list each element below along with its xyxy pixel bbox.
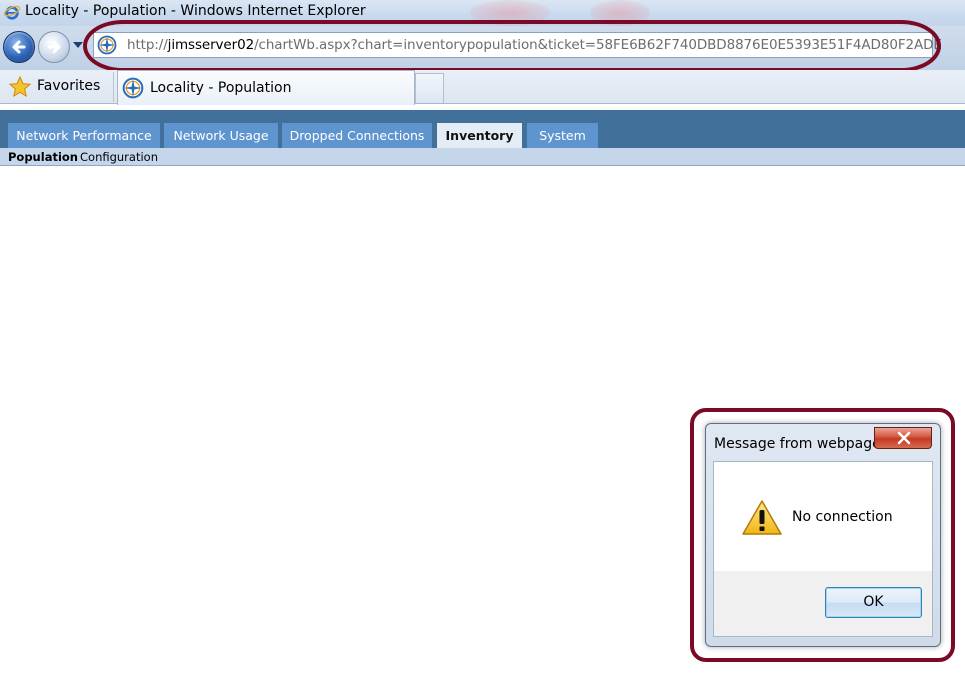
tab-inventory[interactable]: Inventory xyxy=(437,123,522,148)
new-tab-button[interactable] xyxy=(415,73,444,103)
divider xyxy=(113,72,114,102)
tab-network-performance[interactable]: Network Performance xyxy=(8,123,160,148)
tab-network-usage[interactable]: Network Usage xyxy=(164,123,278,148)
subnav-population[interactable]: Population xyxy=(8,150,78,164)
back-arrow-icon xyxy=(12,40,26,54)
browser-tab[interactable]: Locality - Population xyxy=(117,70,415,105)
subnav-configuration[interactable]: Configuration xyxy=(80,150,158,164)
forward-button[interactable] xyxy=(38,31,70,63)
dialog-highlight-outline xyxy=(690,408,955,662)
favorites-label: Favorites xyxy=(37,78,101,94)
back-button[interactable] xyxy=(3,31,35,63)
ie-logo-icon xyxy=(3,5,21,20)
tab-system[interactable]: System xyxy=(527,123,598,148)
forward-arrow-icon xyxy=(47,40,61,54)
window-title: Locality - Population - Windows Internet… xyxy=(25,3,366,19)
address-highlight-outline xyxy=(83,20,941,72)
tab-dropped-connections[interactable]: Dropped Connections xyxy=(282,123,432,148)
recent-pages-dropdown[interactable] xyxy=(73,42,83,48)
star-icon xyxy=(8,75,32,98)
site-compass-icon xyxy=(122,77,144,99)
tab-title: Locality - Population xyxy=(150,80,292,96)
